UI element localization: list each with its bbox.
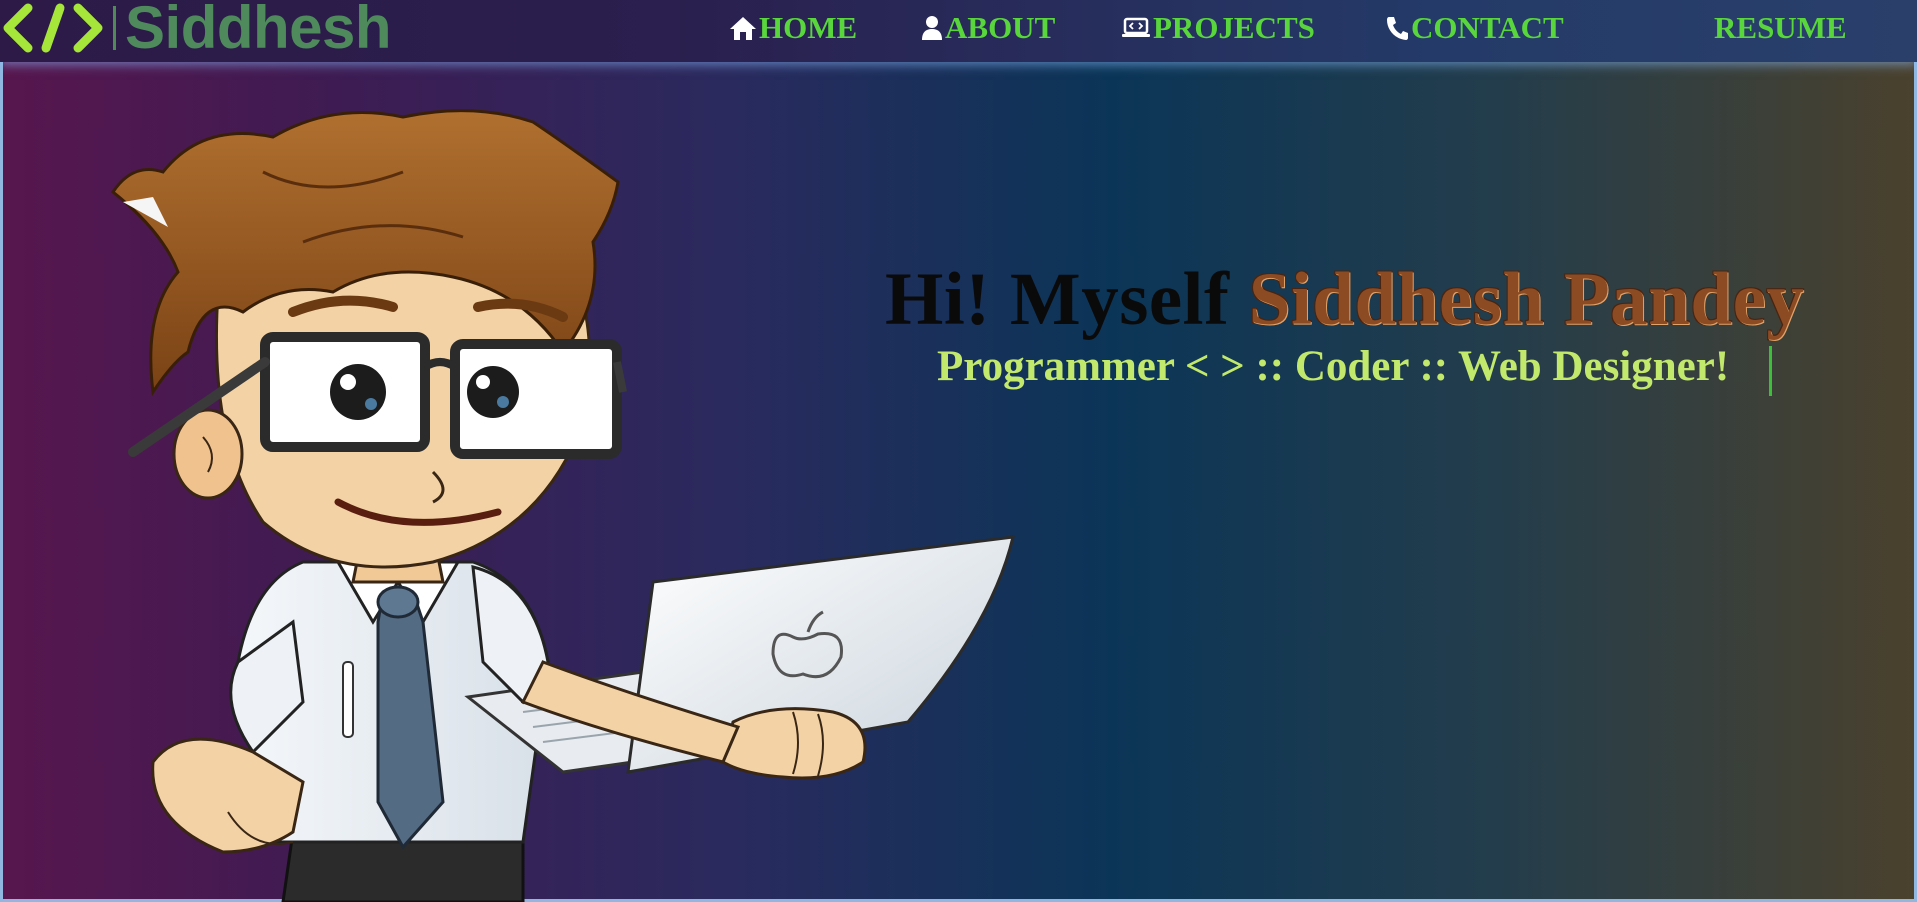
brand-logo[interactable]: Siddhesh [0, 0, 392, 61]
home-icon [730, 17, 756, 40]
typing-caret [1769, 346, 1772, 396]
nav-home[interactable]: HOME [729, 8, 857, 48]
hero-subtitle: Programmer < > :: Coder :: Web Designer! [937, 343, 1730, 390]
nav-contact-label: CONTACT [1411, 10, 1564, 45]
nav-home-label: HOME [759, 10, 858, 45]
hero-name: Siddhesh Pandey [1248, 258, 1805, 341]
logo-divider [113, 6, 116, 50]
nav-projects[interactable]: PROJECTS [1121, 8, 1315, 48]
hero-title: Hi! Myself Siddhesh Pandey [885, 257, 1835, 343]
laptop-code-icon [1122, 17, 1150, 37]
hero-greeting: Hi! Myself [885, 258, 1230, 341]
hero-section: Hi! Myself Siddhesh Pandey Programmer < … [0, 62, 1917, 902]
nav-projects-label: PROJECTS [1153, 10, 1315, 45]
nav-about-label: ABOUT [945, 10, 1056, 45]
developer-illustration [110, 109, 1015, 902]
nav-resume[interactable]: RESUME [1714, 8, 1847, 48]
code-brackets-icon [3, 3, 103, 53]
nav-resume-label: RESUME [1714, 10, 1847, 45]
phone-icon [1387, 17, 1408, 40]
person-icon [922, 16, 942, 40]
navbar: Siddhesh HOME ABOUT PROJECTS CONTACT RES… [0, 0, 1917, 62]
brand-name: Siddhesh [125, 0, 392, 61]
nav-contact[interactable]: CONTACT [1385, 8, 1564, 48]
nav-about[interactable]: ABOUT [921, 8, 1055, 48]
